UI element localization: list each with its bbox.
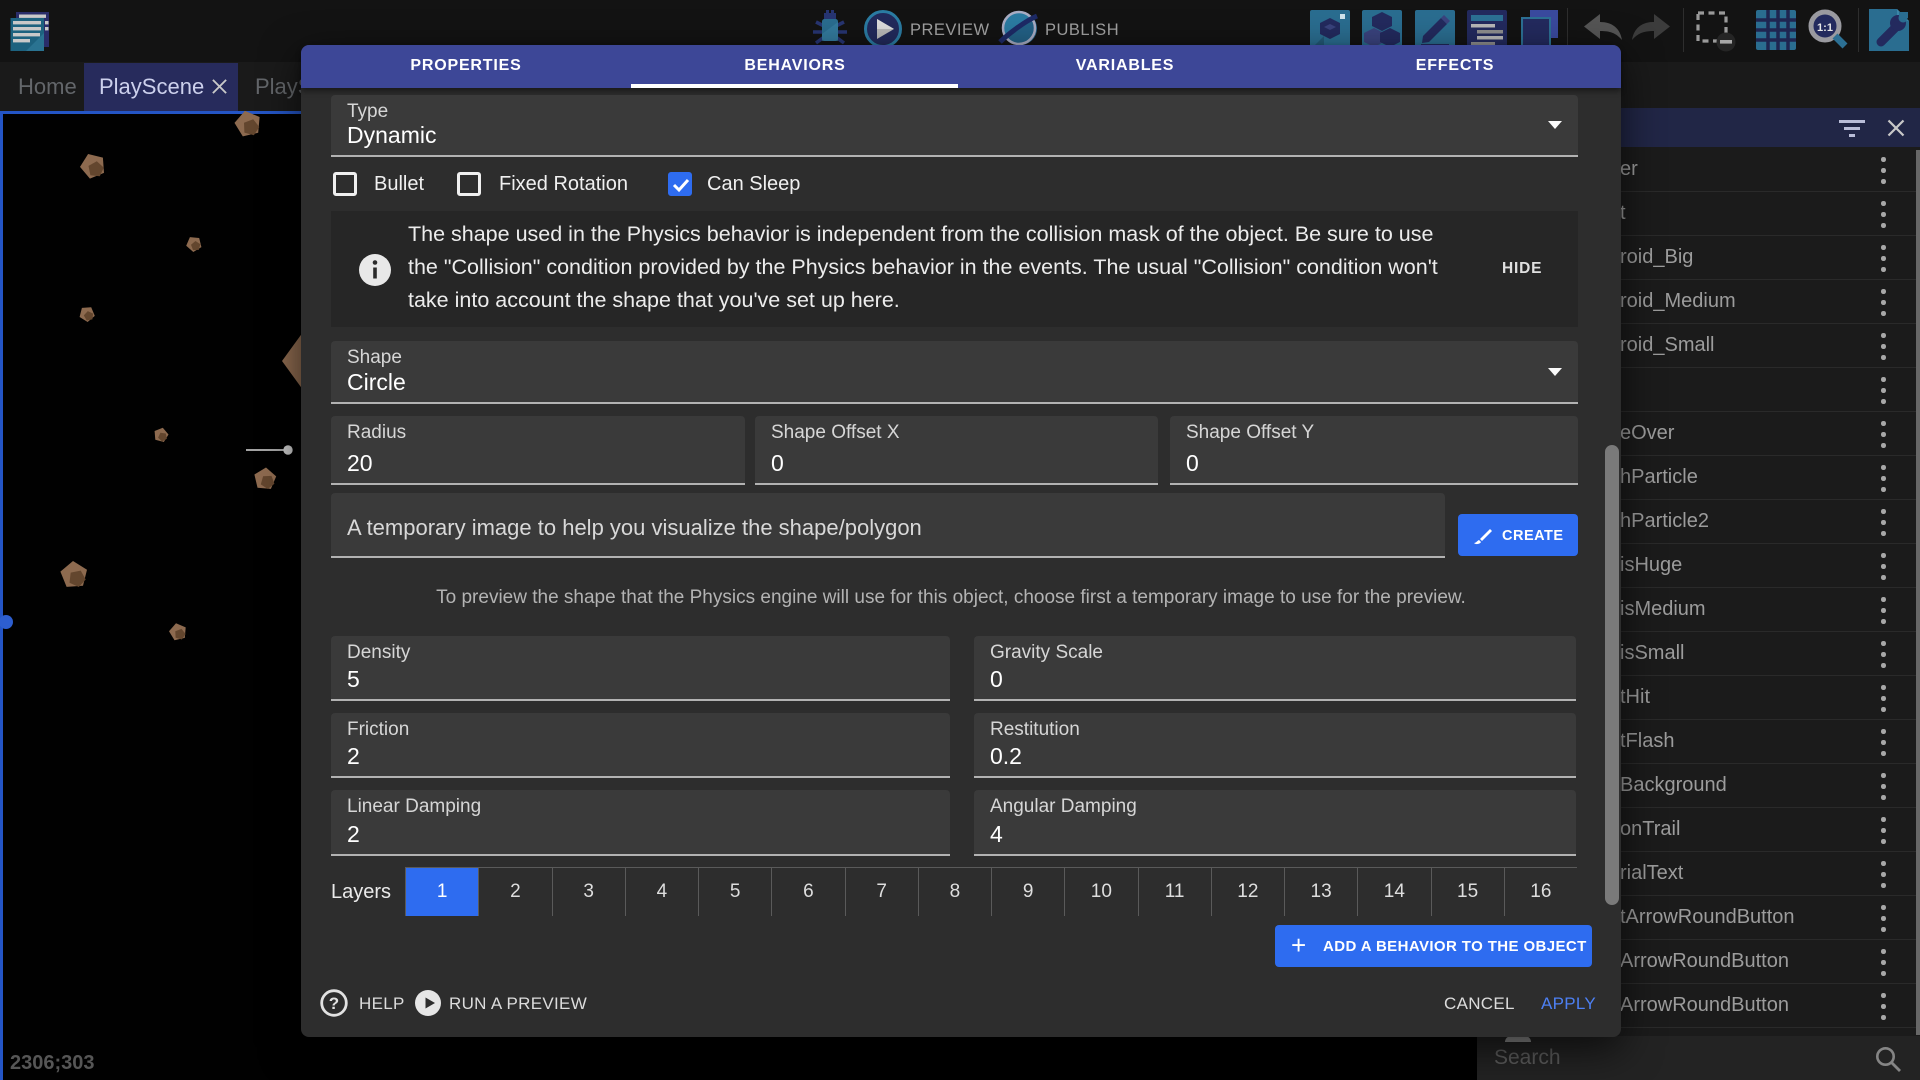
svg-text:1:1: 1:1 — [1817, 22, 1833, 34]
svg-text:?: ? — [329, 994, 339, 1013]
